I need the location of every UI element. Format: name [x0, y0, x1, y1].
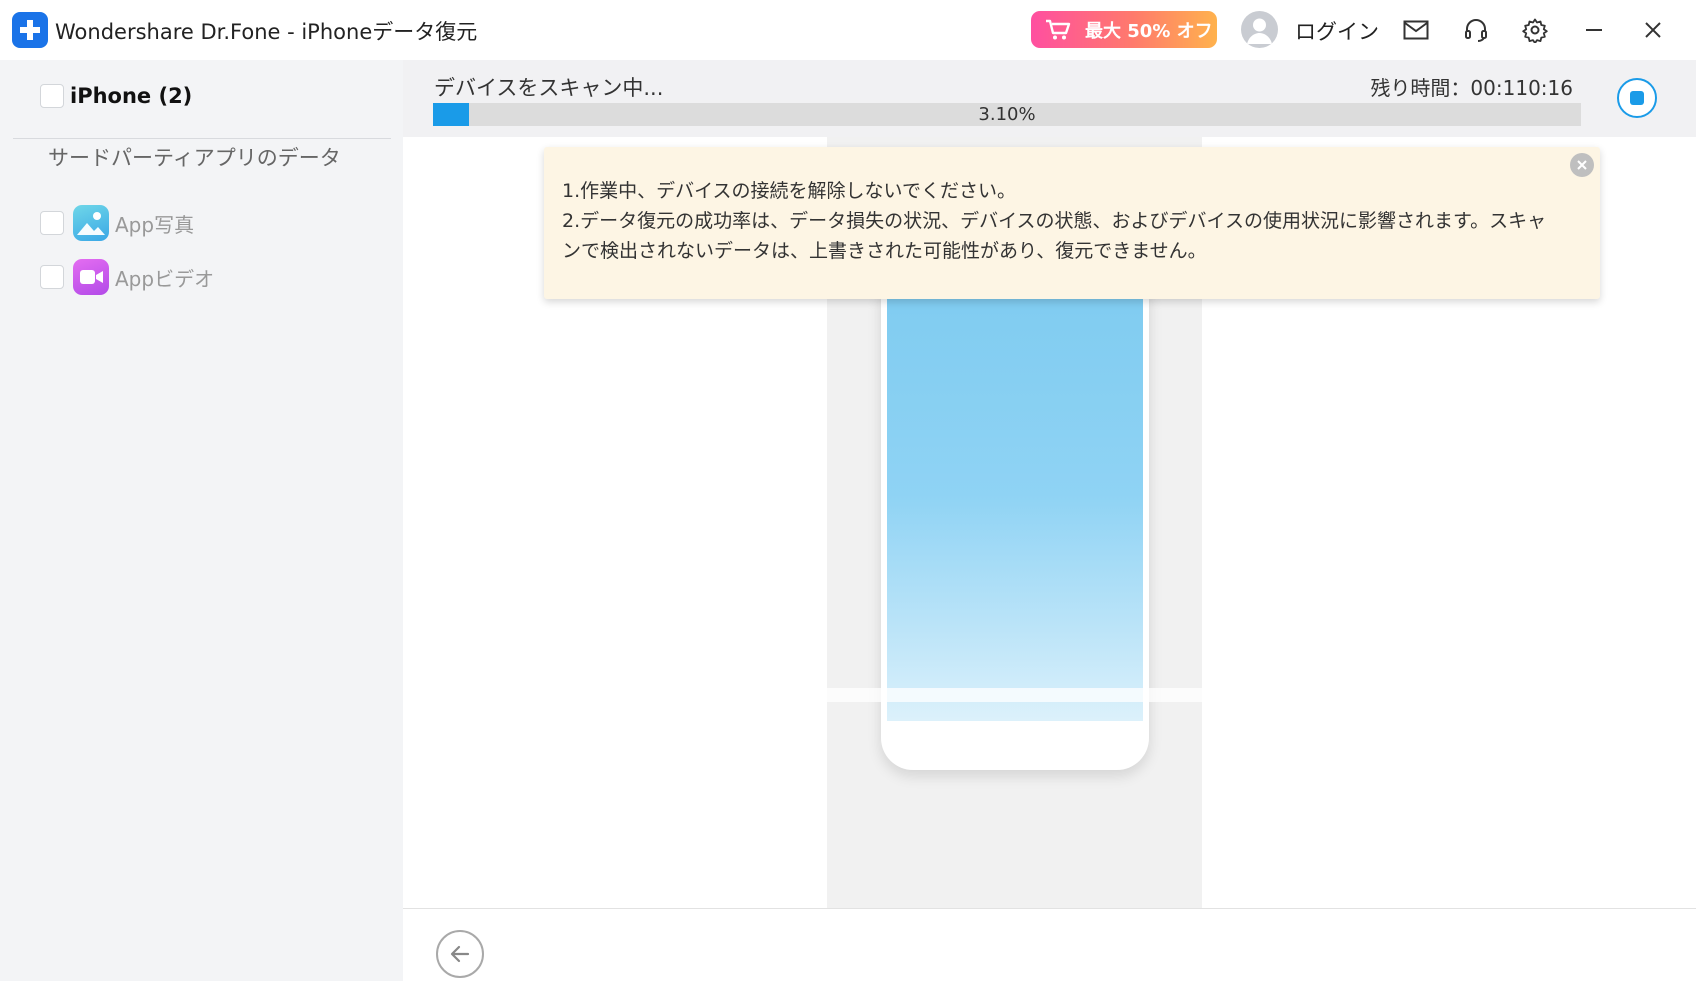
sidebar: iPhone (2) サードパーティアプリのデータ App写真 Appビデオ [0, 60, 403, 981]
sidebar-item-app-photos[interactable]: App写真 [0, 203, 403, 243]
tip-banner: 1.作業中、デバイスの接続を解除しないでください。 2.データ復元の成功率は、デ… [544, 147, 1600, 299]
main-panel: デバイスをスキャン中... 残り時間：00:110:16 3.10% 1.作業中… [403, 60, 1696, 981]
window-title: Wondershare Dr.Fone - iPhoneデータ復元 [55, 20, 478, 44]
app-video-checkbox[interactable] [40, 265, 64, 289]
device-label: iPhone (2) [70, 84, 193, 108]
gear-icon[interactable] [1519, 14, 1551, 46]
scan-header: デバイスをスキャン中... 残り時間：00:110:16 3.10% [403, 60, 1696, 137]
cart-icon [1045, 19, 1071, 41]
minimize-icon[interactable] [1578, 14, 1610, 46]
scan-line [827, 688, 1202, 702]
tip-close-icon[interactable] [1570, 153, 1594, 177]
bottom-divider [403, 908, 1696, 909]
login-link[interactable]: ログイン [1295, 16, 1379, 46]
app-logo-icon [12, 12, 48, 48]
headset-icon[interactable] [1460, 14, 1492, 46]
sidebar-divider [13, 138, 391, 139]
scan-progress-bar: 3.10% [433, 103, 1581, 126]
video-app-icon [73, 259, 109, 295]
title-bar: Wondershare Dr.Fone - iPhoneデータ復元 最大 50%… [0, 0, 1696, 60]
mail-icon[interactable] [1400, 14, 1432, 46]
phone-screen [887, 270, 1143, 721]
sidebar-item-label: Appビデオ [115, 267, 215, 291]
scan-title: デバイスをスキャン中... [434, 76, 664, 100]
back-button[interactable] [436, 930, 484, 978]
device-checkbox[interactable] [40, 84, 64, 108]
stop-scan-button[interactable] [1617, 78, 1657, 118]
arrow-left-icon [450, 945, 470, 963]
tip-line-2: 2.データ復元の成功率は、データ損失の状況、デバイスの状態、およびデバイスの使用… [562, 210, 1547, 232]
tip-line-1: 1.作業中、デバイスの接続を解除しないでください。 [562, 180, 1016, 202]
tip-line-3: ンで検出されないデータは、上書きされた可能性があり、復元できません。 [562, 240, 1207, 262]
user-avatar-icon[interactable] [1241, 11, 1278, 48]
photos-app-icon [73, 205, 109, 241]
promo-button[interactable]: 最大 50% オフ [1031, 11, 1217, 48]
close-icon[interactable] [1637, 14, 1669, 46]
stop-icon [1630, 91, 1644, 105]
remaining-time: 残り時間：00:110:16 [1370, 76, 1573, 100]
promo-label: 最大 50% オフ [1085, 20, 1213, 42]
sidebar-item-app-video[interactable]: Appビデオ [0, 257, 403, 297]
section-title: サードパーティアプリのデータ [48, 146, 341, 170]
sidebar-item-label: App写真 [115, 213, 195, 237]
progress-percent: 3.10% [978, 104, 1036, 125]
app-photos-checkbox[interactable] [40, 211, 64, 235]
